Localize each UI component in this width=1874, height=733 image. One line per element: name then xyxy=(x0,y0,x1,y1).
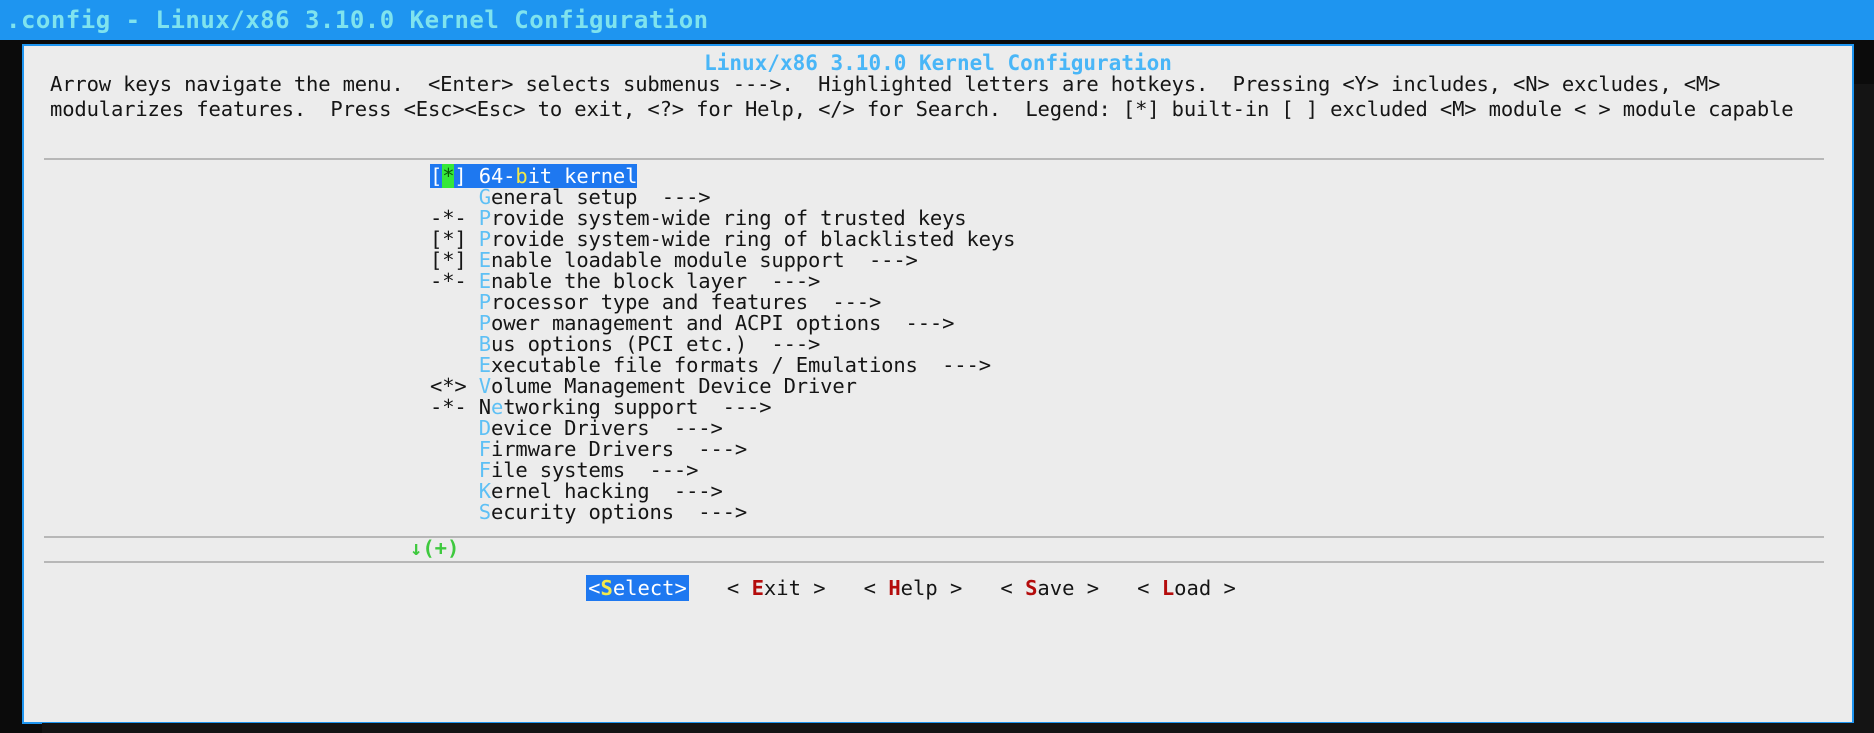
button-bracket-right: > xyxy=(1074,576,1100,600)
button-bracket-right: > xyxy=(937,576,963,600)
button-label: elp xyxy=(900,576,938,600)
menu-item[interactable]: Executable file formats / Emulations ---… xyxy=(44,355,1824,376)
button-hotkey: H xyxy=(888,576,901,600)
dialog-frame: Linux/x86 3.10.0 Kernel Configuration Ar… xyxy=(22,44,1854,724)
menu-item-hotkey: S xyxy=(478,500,491,524)
window-shadow-bottom xyxy=(42,723,1874,733)
menuconfig-dialog: Linux/x86 3.10.0 Kernel Configuration Ar… xyxy=(24,46,1852,722)
menu-item[interactable]: Power management and ACPI options ---> xyxy=(44,313,1824,334)
window-shadow-right xyxy=(1854,84,1874,733)
menu-item-state xyxy=(442,500,454,524)
menu-item[interactable]: Processor type and features ---> xyxy=(44,292,1824,313)
help-line-1: Arrow keys navigate the menu. <Enter> se… xyxy=(50,72,1721,96)
button-bracket-left: < xyxy=(1137,576,1162,600)
button-bracket-right: > xyxy=(800,576,826,600)
button-help[interactable]: < Help > xyxy=(864,575,963,601)
button-bracket-left: < xyxy=(588,576,601,600)
button-separator xyxy=(44,561,1824,563)
button-bracket-right: > xyxy=(674,576,687,600)
submenu-arrow-icon: ---> xyxy=(844,248,918,272)
help-line-2: modularizes features. Press <Esc><Esc> t… xyxy=(50,97,1794,121)
menu-item[interactable]: Kernel hacking ---> xyxy=(44,481,1824,502)
menu-item[interactable]: Device Drivers ---> xyxy=(44,418,1824,439)
menu-item[interactable]: Bus options (PCI etc.) ---> xyxy=(44,334,1824,355)
button-bracket-left: < xyxy=(726,576,752,600)
window-title: .config - Linux/x86 3.10.0 Kernel Config… xyxy=(6,6,709,34)
terminal-area: Linux/x86 3.10.0 Kernel Configuration Ar… xyxy=(0,40,1874,733)
menu-item[interactable]: [*] Enable loadable module support ---> xyxy=(44,250,1824,271)
button-select[interactable]: <Select> xyxy=(586,575,689,601)
button-exit[interactable]: < Exit > xyxy=(727,575,826,601)
menu-item[interactable]: General setup ---> xyxy=(44,187,1824,208)
menu-item-label: ecurity options xyxy=(491,500,674,524)
menu-item[interactable]: Security options ---> xyxy=(44,502,1824,523)
menu-list[interactable]: [*] 64-bit kernel General setup ---> -*- … xyxy=(44,164,1824,523)
menu-item[interactable]: [*] 64-bit kernel xyxy=(44,164,1824,188)
button-bracket-left: < xyxy=(1000,576,1026,600)
menu-item-marker-close xyxy=(454,500,478,524)
window-titlebar: .config - Linux/x86 3.10.0 Kernel Config… xyxy=(0,0,1874,40)
button-label: elect xyxy=(612,576,675,600)
menu-item[interactable]: -*- Provide system-wide ring of trusted … xyxy=(44,208,1824,229)
button-hotkey: S xyxy=(1025,576,1038,600)
button-hotkey: E xyxy=(751,576,764,600)
button-hotkey: L xyxy=(1161,576,1175,600)
menu-item-marker-open xyxy=(430,500,442,524)
submenu-arrow-icon: ---> xyxy=(917,353,991,377)
menu-item[interactable]: -*- Networking support ---> xyxy=(44,397,1824,418)
button-hotkey: S xyxy=(600,576,613,600)
menu-item[interactable]: File systems ---> xyxy=(44,460,1824,481)
button-label: ave xyxy=(1037,576,1075,600)
menu-item-content: Security options xyxy=(430,500,674,524)
button-label: oad xyxy=(1174,576,1212,600)
submenu-arrow-icon: ---> xyxy=(881,311,955,335)
button-bar: <Select> < Exit > < Help > < Save > < Load > xyxy=(24,575,1798,601)
button-load[interactable]: < Load > xyxy=(1137,575,1236,601)
button-save[interactable]: < Save > xyxy=(1000,575,1099,601)
menu-item[interactable]: -*- Enable the block layer ---> xyxy=(44,271,1824,292)
button-label: xit xyxy=(763,576,801,600)
menu-item[interactable]: [*] Provide system-wide ring of blacklis… xyxy=(44,229,1824,250)
menu-item[interactable]: <*> Volume Management Device Driver xyxy=(44,376,1824,397)
button-bracket-right: > xyxy=(1211,576,1236,600)
button-bracket-left: < xyxy=(863,576,889,600)
submenu-arrow-icon: ---> xyxy=(673,500,748,524)
help-text: Arrow keys navigate the menu. <Enter> se… xyxy=(50,72,1840,122)
scroll-down-indicator: ↓(+) xyxy=(410,536,460,560)
menu-box: [*] 64-bit kernel General setup ---> -*- … xyxy=(44,158,1824,538)
kernel-config-window: .config - Linux/x86 3.10.0 Kernel Config… xyxy=(0,0,1874,733)
menu-item[interactable]: Firmware Drivers ---> xyxy=(44,439,1824,460)
